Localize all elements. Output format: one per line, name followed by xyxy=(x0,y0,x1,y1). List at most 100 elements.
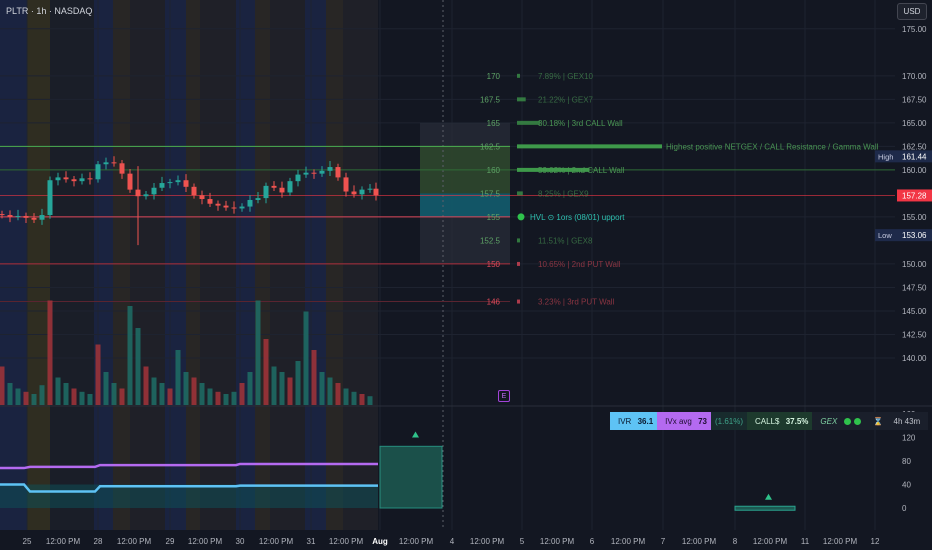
currency-button[interactable]: USD xyxy=(897,3,927,20)
panel-tick-label: 120 xyxy=(902,434,916,443)
candle xyxy=(151,187,157,195)
candle xyxy=(111,162,117,164)
time-tick-label: 12:00 PM xyxy=(540,537,575,546)
gex-level-label: 3.23% | 3rd PUT Wall xyxy=(538,298,615,307)
gex-strike-label: 160 xyxy=(487,166,501,175)
candle xyxy=(175,180,181,183)
candle xyxy=(295,174,301,182)
volume-bar xyxy=(119,388,125,405)
time-tick-label: 11 xyxy=(801,537,810,546)
candle xyxy=(373,188,379,196)
gex-strike-label: 146 xyxy=(487,298,501,307)
time-tick-label: 12:00 PM xyxy=(117,537,152,546)
volume-bar xyxy=(231,391,237,405)
volume-bar xyxy=(127,306,133,405)
session-band xyxy=(0,0,27,530)
candle xyxy=(143,194,149,197)
gex-strike-label: 170 xyxy=(487,72,501,81)
price-tick-label: 140.00 xyxy=(902,354,927,363)
time-tick-label: 29 xyxy=(166,537,175,546)
volume-bar xyxy=(287,377,293,405)
candle xyxy=(103,162,109,165)
volume-bar xyxy=(215,391,221,405)
session-band xyxy=(165,0,186,530)
volume-bar xyxy=(295,361,301,405)
premarket-band xyxy=(113,0,130,530)
gex-bar xyxy=(517,261,520,266)
price-tick-label: 150.00 xyxy=(902,260,927,269)
time-tick-label: 12:00 PM xyxy=(753,537,788,546)
call-stat: CALL$ 37.5% xyxy=(747,412,813,430)
gex-level-label: 30.18% | 3rd CALL Wall xyxy=(538,119,623,128)
time-tick-label: 12:00 PM xyxy=(399,537,434,546)
candle xyxy=(351,191,357,195)
earnings-badge[interactable]: E xyxy=(498,390,510,402)
time-tick-label: Aug xyxy=(372,537,388,546)
ivr-stat: IVR 36.1 xyxy=(610,412,658,430)
time-tick-label: 12:00 PM xyxy=(470,537,505,546)
panel-tick-label: 80 xyxy=(902,457,911,466)
gex-dot-icon xyxy=(854,417,862,425)
gex-level-label: HVL ⊙ 1ors (08/01) upport xyxy=(530,213,625,222)
volume-bar xyxy=(183,372,189,405)
volume-bar xyxy=(303,311,309,405)
panel-tick-label: 0 xyxy=(902,504,907,513)
volume-bar xyxy=(79,391,85,405)
time-tick-label: 28 xyxy=(94,537,103,546)
candle xyxy=(71,179,77,182)
candle xyxy=(319,170,325,174)
gex-bar xyxy=(517,73,520,78)
stats-bar: IVR 36.1 IVx avg 73 (1.61%) CALL$ 37.5% … xyxy=(610,412,929,430)
candle xyxy=(159,183,165,188)
candle xyxy=(199,195,205,200)
candle xyxy=(0,214,5,216)
candle xyxy=(79,178,85,182)
up-arrow-icon xyxy=(765,493,772,500)
gex-level-label: 8.25% | GEX9 xyxy=(538,189,589,198)
volume-bar xyxy=(223,394,229,405)
price-tick-label: 170.00 xyxy=(902,72,927,81)
gex-bar xyxy=(517,120,541,125)
gex-bar xyxy=(517,238,520,243)
price-tick-label: 167.50 xyxy=(902,95,927,104)
volume-bar xyxy=(55,377,61,405)
marker-tag-label: Low xyxy=(878,231,892,240)
time-tick-label: 6 xyxy=(590,537,595,546)
volume-bar xyxy=(191,377,197,405)
volume-bar xyxy=(279,372,285,405)
time-tick-label: 12:00 PM xyxy=(329,537,364,546)
price-tick-label: 142.50 xyxy=(902,330,927,339)
candle xyxy=(127,173,133,190)
projection-panel-box xyxy=(379,445,443,509)
volume-bar xyxy=(335,383,341,405)
price-chart[interactable]: 170 7.89% | GEX10 167.5 21.22% | GEX7 165 30.… xyxy=(0,0,932,550)
time-tick-label: 12 xyxy=(871,537,880,546)
candle xyxy=(95,164,101,180)
candle xyxy=(239,206,245,209)
time-tick-label: 12:00 PM xyxy=(188,537,223,546)
candle xyxy=(23,215,29,218)
volume-bar xyxy=(87,394,93,405)
symbol-label: PLTR · 1h · NASDAQ xyxy=(6,6,93,16)
gex-stat: GEX xyxy=(812,412,866,430)
candle xyxy=(255,198,261,200)
candle xyxy=(15,215,21,217)
time-tick-label: 12:00 PM xyxy=(682,537,717,546)
volume-bar xyxy=(31,394,37,405)
gex-level-label: 7.89% | GEX10 xyxy=(538,72,594,81)
up-arrow-icon xyxy=(412,431,419,438)
volume-bar xyxy=(167,388,173,405)
time-tick-label: 25 xyxy=(23,537,32,546)
volume-bar xyxy=(63,383,69,405)
volume-bar xyxy=(255,300,261,405)
candle xyxy=(359,189,365,195)
gex-strike-label: 152.5 xyxy=(480,236,501,245)
price-marker-value: 157.28 xyxy=(902,191,927,200)
candle xyxy=(223,205,229,208)
volume-bar xyxy=(135,328,141,405)
volume-bar xyxy=(111,383,117,405)
time-tick-label: 31 xyxy=(307,537,316,546)
price-tick-label: 160.00 xyxy=(902,166,927,175)
gex-strike-label: 165 xyxy=(487,119,501,128)
candle xyxy=(303,172,309,175)
